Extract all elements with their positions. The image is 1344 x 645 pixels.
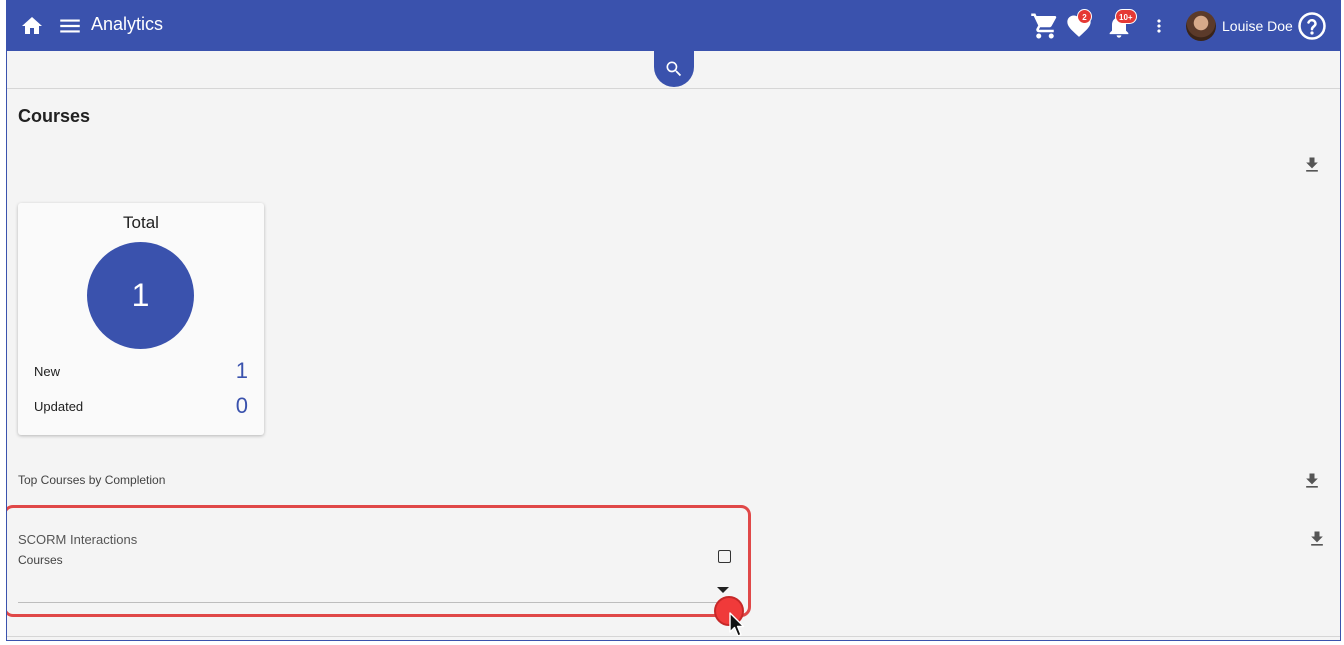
total-circle: 1 — [87, 242, 194, 349]
top-courses-label: Top Courses by Completion — [18, 473, 166, 487]
divider — [7, 636, 1340, 637]
dropdown-arrow-icon[interactable] — [717, 587, 729, 593]
menu-icon[interactable] — [57, 13, 83, 39]
help-icon[interactable] — [1297, 11, 1327, 41]
home-icon[interactable] — [19, 13, 45, 39]
highlight-annotation — [7, 505, 751, 617]
stat-label: New — [34, 363, 61, 379]
total-courses-card: Total 1 New 1 Updated 0 — [18, 203, 264, 435]
select-all-checkbox[interactable] — [718, 550, 731, 563]
download-icon[interactable] — [1301, 470, 1323, 492]
app-frame: Analytics 2 10+ Louise Doe Courses Total… — [6, 0, 1341, 641]
notifications-badge: 10+ — [1115, 9, 1137, 24]
courses-select-label: Courses — [18, 553, 63, 567]
app-title: Analytics — [91, 14, 164, 34]
divider — [7, 88, 1340, 89]
stat-value: 0 — [235, 393, 248, 418]
stat-value: 1 — [235, 358, 248, 383]
courses-select-underline[interactable] — [18, 602, 728, 603]
stat-row-new: New 1 — [34, 358, 248, 384]
search-icon — [666, 61, 682, 77]
page-title: Courses — [18, 106, 91, 126]
cart-icon[interactable] — [1029, 10, 1061, 42]
user-avatar[interactable] — [1186, 11, 1216, 41]
more-vertical-icon[interactable] — [1149, 12, 1169, 40]
stat-row-updated: Updated 0 — [34, 393, 248, 419]
favorites-badge: 2 — [1077, 9, 1092, 24]
download-icon[interactable] — [1306, 528, 1328, 550]
card-title: Total — [123, 213, 159, 232]
scorm-interactions-title: SCORM Interactions — [18, 532, 138, 547]
user-name[interactable]: Louise Doe — [1222, 18, 1293, 34]
search-toggle-button[interactable] — [654, 51, 694, 87]
top-app-bar: Analytics 2 10+ Louise Doe — [7, 0, 1340, 51]
download-icon[interactable] — [1301, 154, 1323, 176]
mouse-cursor-icon — [729, 612, 745, 638]
total-value: 1 — [131, 277, 150, 313]
stat-label: Updated — [34, 398, 84, 414]
